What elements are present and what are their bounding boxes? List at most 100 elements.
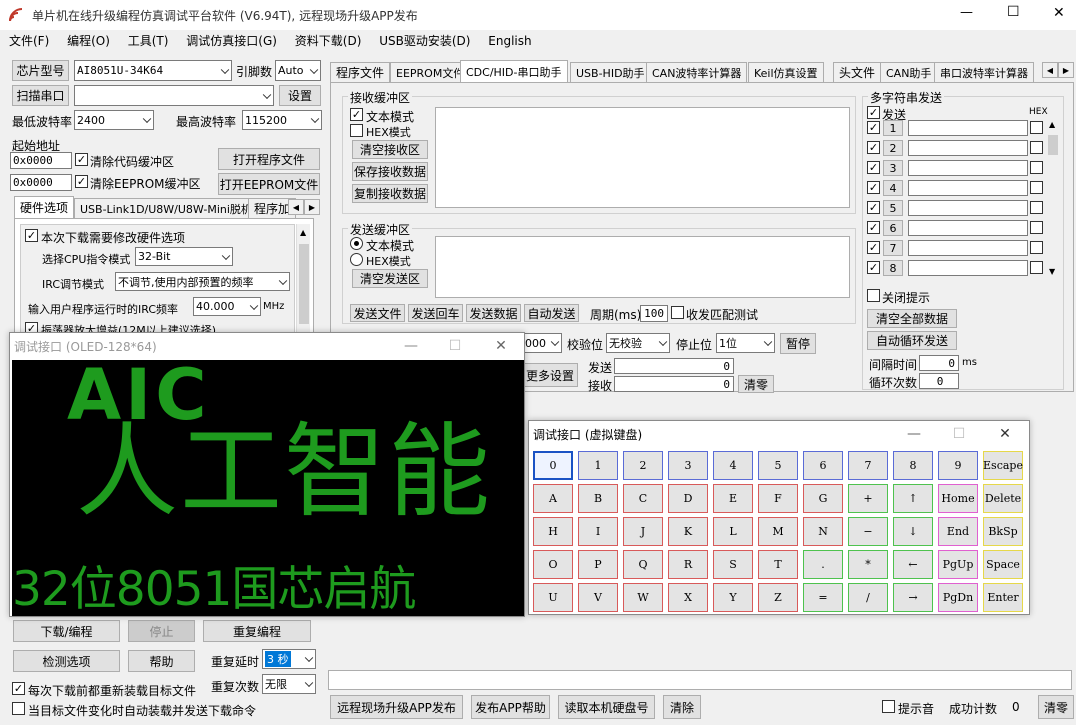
key-4-6[interactable]: = [803,583,843,612]
key-3-3[interactable]: R [668,550,708,579]
parity-select[interactable]: 无校验 [606,333,670,353]
receive-text-area[interactable] [435,107,850,208]
keyboard-minimize-button[interactable]: — [899,421,929,447]
multi-row-hex-checkbox[interactable] [1030,221,1043,234]
multi-row-send-checkbox[interactable]: ✓ [867,261,880,274]
scan-port-button[interactable]: 扫描串口 [12,85,69,106]
close-button[interactable]: ✕ [1053,5,1065,21]
multi-row-send-button[interactable]: 2 [883,140,903,156]
tx-text-mode-radio[interactable] [350,237,363,250]
key-0-4[interactable]: 4 [713,451,753,480]
options-scrollbar[interactable]: ▲ [296,224,310,336]
pins-select[interactable]: Auto [275,60,321,81]
key-1-3[interactable]: D [668,484,708,513]
key-0-2[interactable]: 2 [623,451,663,480]
irc-mode-select[interactable]: 不调节,使用内部预置的频率 [115,272,290,291]
tab-uart-baud[interactable]: 串口波特率计算器 [934,62,1034,82]
clear-all-data-button[interactable]: 清空全部数据 [867,309,957,328]
beep-checkbox[interactable] [882,700,895,713]
key-0-1[interactable]: 1 [578,451,618,480]
save-receive-button[interactable]: 保存接收数据 [352,162,428,181]
tab-cdc-serial[interactable]: CDC/HID-串口助手 [460,60,568,82]
copy-receive-button[interactable]: 复制接收数据 [352,184,428,203]
multi-row-hex-checkbox[interactable] [1030,161,1043,174]
multi-row-text-input[interactable] [908,240,1028,256]
key-4-9[interactable]: PgDn [938,583,978,612]
menu-usb-driver[interactable]: USB驱动安装(D) [379,34,470,48]
multi-row-send-button[interactable]: 1 [883,120,903,136]
multi-row-hex-checkbox[interactable] [1030,181,1043,194]
multi-row-text-input[interactable] [908,180,1028,196]
multi-row-hex-checkbox[interactable] [1030,261,1043,274]
key-3-5[interactable]: T [758,550,798,579]
help-button[interactable]: 帮助 [128,650,195,672]
tab-scroll-right-button[interactable]: ▶ [304,199,320,215]
clear-counter-button[interactable]: 清零 [738,375,774,393]
multi-row-text-input[interactable] [908,260,1028,276]
key-4-3[interactable]: X [668,583,708,612]
key-1-7[interactable]: + [848,484,888,513]
tab-usb-link[interactable]: USB-Link1D/U8W/U8W-Mini脱机 [74,198,258,218]
key-4-5[interactable]: Z [758,583,798,612]
send-text-area[interactable] [435,236,850,298]
keyboard-close-button[interactable]: ✕ [990,421,1020,447]
key-1-4[interactable]: E [713,484,753,513]
baud-rate-select[interactable]: 000 [522,333,562,353]
key-3-8[interactable]: ← [893,550,933,579]
multi-row-hex-checkbox[interactable] [1030,241,1043,254]
rx-text-mode-checkbox[interactable]: ✓ [350,108,363,121]
key-2-3[interactable]: K [668,517,708,546]
right-tab-left-button[interactable]: ◀ [1042,62,1058,78]
send-data-button[interactable]: 发送数据 [466,304,521,322]
tab-hardware-options[interactable]: 硬件选项 [14,196,75,218]
read-disk-button[interactable]: 读取本机硬盘号 [558,695,655,719]
modify-hardware-checkbox[interactable]: ✓ [25,229,38,242]
multi-row-text-input[interactable] [908,120,1028,136]
key-4-4[interactable]: Y [713,583,753,612]
key-1-5[interactable]: F [758,484,798,513]
key-3-4[interactable]: S [713,550,753,579]
auto-load-checkbox[interactable] [12,702,25,715]
tab-program-file[interactable]: 程序文件 [330,62,391,82]
close-tip-checkbox[interactable] [867,289,880,302]
clear-button[interactable]: 清除 [663,695,701,719]
menu-program[interactable]: 编程(O) [67,34,110,48]
auto-loop-send-button[interactable]: 自动循环发送 [867,331,957,350]
multi-row-send-checkbox[interactable]: ✓ [867,221,880,234]
multi-row-text-input[interactable] [908,160,1028,176]
multi-row-hex-checkbox[interactable] [1030,201,1043,214]
key-4-2[interactable]: W [623,583,663,612]
key-2-6[interactable]: N [803,517,843,546]
tab-keil-settings[interactable]: Keil仿真设置 [748,62,824,82]
key-1-2[interactable]: C [623,484,663,513]
multi-row-send-button[interactable]: 7 [883,240,903,256]
key-2-2[interactable]: J [623,517,663,546]
open-program-file-button[interactable]: 打开程序文件 [218,148,320,170]
multi-row-send-button[interactable]: 8 [883,260,903,276]
oled-close-button[interactable]: ✕ [486,333,516,359]
match-test-checkbox[interactable] [671,306,684,319]
key-0-0[interactable]: 0 [533,451,573,480]
key-3-0[interactable]: O [533,550,573,579]
key-2-7[interactable]: − [848,517,888,546]
key-1-6[interactable]: G [803,484,843,513]
multi-row-text-input[interactable] [908,200,1028,216]
key-2-1[interactable]: I [578,517,618,546]
repeat-delay-select[interactable]: 3 秒 [262,649,316,669]
multi-row-text-input[interactable] [908,220,1028,236]
key-2-5[interactable]: M [758,517,798,546]
minimize-button[interactable]: — [960,5,973,20]
open-eeprom-file-button[interactable]: 打开EEPROM文件 [218,173,320,195]
menu-file[interactable]: 文件(F) [9,34,49,48]
multi-row-text-input[interactable] [908,140,1028,156]
menu-debug[interactable]: 调试仿真接口(G) [186,34,277,48]
multi-scrollbar[interactable]: ▲ ▼ [1046,119,1060,277]
key-1-10[interactable]: Delete [983,484,1023,513]
key-0-8[interactable]: 8 [893,451,933,480]
right-tab-right-button[interactable]: ▶ [1058,62,1074,78]
irc-frequency-select[interactable]: 40.000 [193,297,261,316]
key-1-9[interactable]: Home [938,484,978,513]
chip-type-select[interactable]: AI8051U-34K64 [74,60,232,81]
publish-help-button[interactable]: 发布APP帮助 [471,695,550,719]
multi-row-send-checkbox[interactable]: ✓ [867,241,880,254]
